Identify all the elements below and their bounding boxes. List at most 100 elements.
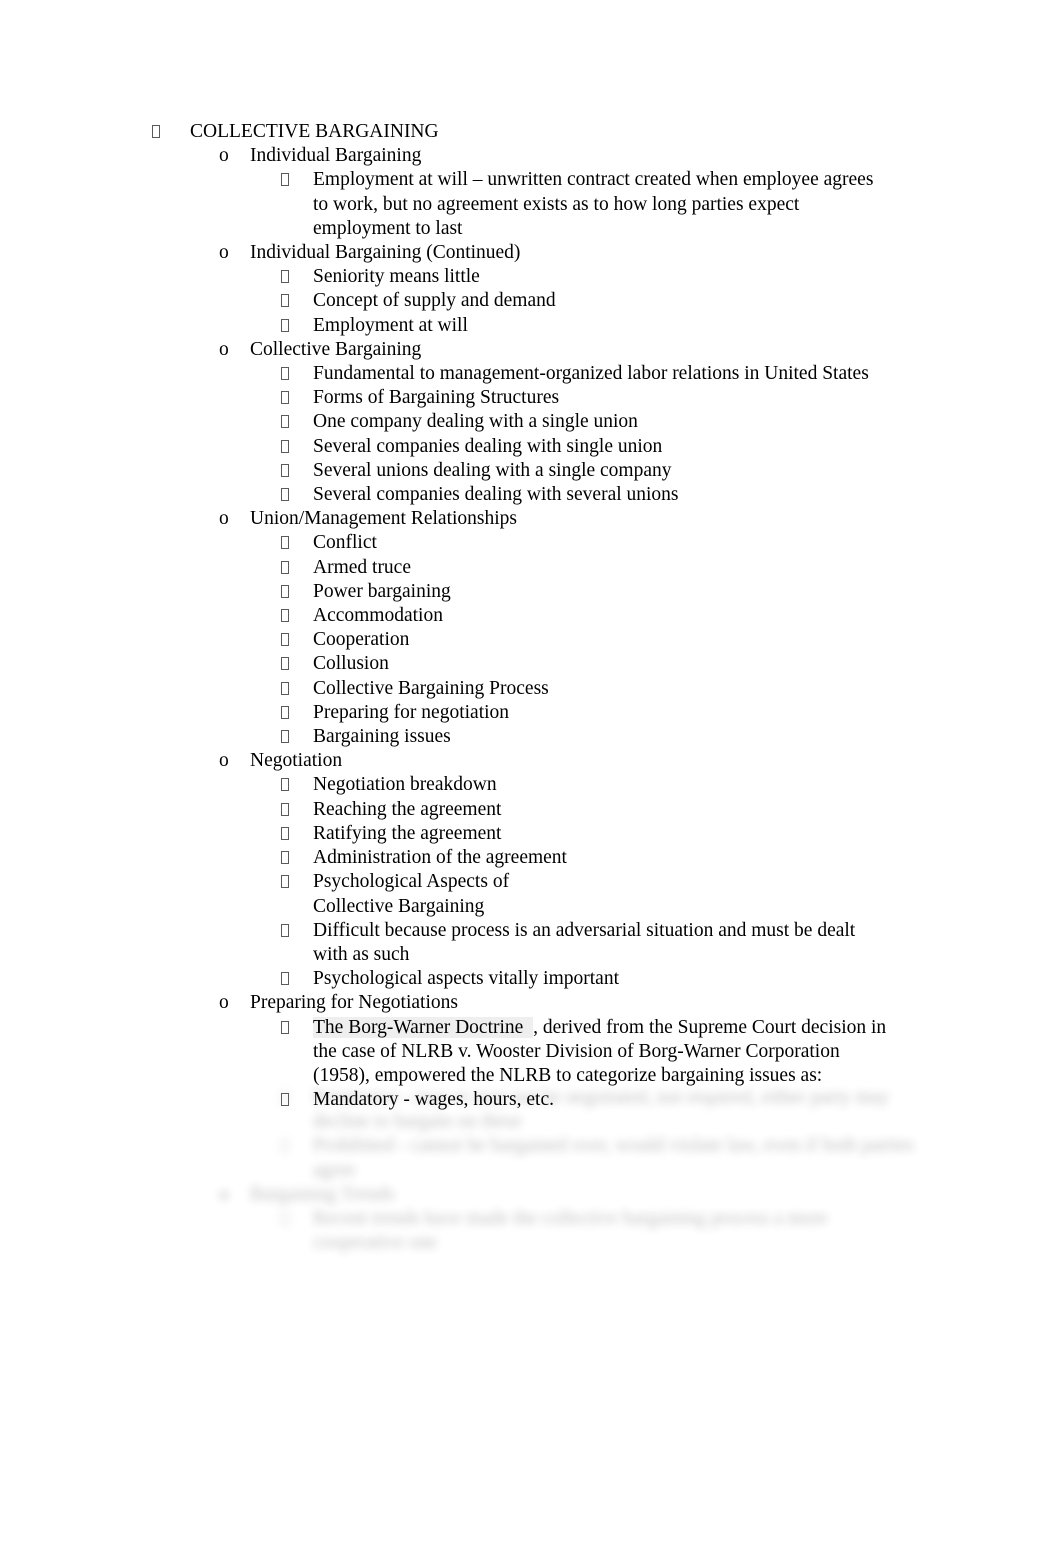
outline-item: Preparing for negotiation (0, 701, 1062, 725)
item-label: Fundamental to management-organized labo… (313, 363, 869, 385)
outline-item: Conflict (0, 531, 1062, 555)
square-bullet-icon (281, 265, 313, 289)
outline-section-heading: o Collective Bargaining (0, 338, 1062, 362)
square-bullet-icon (281, 967, 313, 991)
item-label: Power bargaining (313, 580, 451, 602)
square-bullet-icon (281, 846, 313, 870)
square-bullet-icon (281, 798, 313, 822)
square-bullet-icon (281, 725, 313, 749)
faded-section-label: Bargaining Trends (250, 1183, 395, 1205)
item-label: One company dealing with a single union (313, 411, 638, 433)
square-bullet-icon (281, 870, 313, 894)
square-bullet-icon (281, 1016, 313, 1040)
outline-body: COLLECTIVE BARGAINING o Individual Barga… (0, 120, 1062, 1112)
outline-item: Collusion (0, 652, 1062, 676)
square-bullet-icon (281, 459, 313, 483)
item-label: The Borg-Warner Doctrine , derived from … (313, 1016, 898, 1089)
item-label: Administration of the agreement (313, 847, 567, 869)
o-marker-icon: o (219, 145, 229, 167)
item-label: Employment at will – unwritten contract … (313, 169, 874, 239)
item-label: Preparing for negotiation (313, 701, 510, 723)
section-label: Negotiation (250, 750, 343, 772)
square-bullet-icon (281, 483, 313, 507)
section-label: Union/Management Relationships (250, 508, 518, 530)
outline-item: Cooperation (0, 628, 1062, 652)
outline-item: Psychological Aspects of Collective Barg… (0, 870, 1062, 918)
section-label: Collective Bargaining (250, 338, 422, 360)
outline-item: One company dealing with a single union (0, 410, 1062, 434)
outline-item: Several unions dealing with a single com… (0, 459, 1062, 483)
outline-item: Armed truce (0, 556, 1062, 580)
item-label: Collective Bargaining Process (313, 677, 549, 699)
item-label: Several unions dealing with a single com… (313, 459, 672, 481)
outline-item: Administration of the agreement (0, 846, 1062, 870)
square-bullet-icon (281, 1088, 313, 1112)
o-marker-icon: o (219, 992, 229, 1014)
square-bullet-icon (281, 168, 313, 192)
outline-item: Mandatory - wages, hours, etc. (0, 1088, 1062, 1112)
square-bullet-icon (281, 435, 313, 459)
item-label: Reaching the agreement (313, 798, 502, 820)
item-label: Employment at will (313, 314, 468, 336)
item-label: Accommodation (313, 605, 443, 627)
square-bullet-icon (281, 556, 313, 580)
item-label: Concept of supply and demand (313, 290, 556, 312)
o-marker-icon: o (219, 1183, 229, 1205)
square-bullet-icon (281, 314, 313, 338)
item-label: Seniority means little (313, 266, 480, 288)
outline-item: Difficult because process is an adversar… (0, 919, 1062, 967)
square-bullet-icon (281, 289, 313, 313)
outline-item: Reaching the agreement (0, 798, 1062, 822)
square-bullet-icon (281, 773, 313, 797)
outline-item: Seniority means little (0, 265, 1062, 289)
outline-item: Several companies dealing with several u… (0, 483, 1062, 507)
square-bullet-icon (281, 628, 313, 652)
item-label: Several companies dealing with several u… (313, 484, 679, 506)
item-label: Collusion (313, 653, 389, 675)
page-title: COLLECTIVE BARGAINING (190, 121, 439, 142)
outline-item: Employment at will (0, 314, 1062, 338)
item-label: Psychological aspects vitally important (313, 968, 619, 990)
outline-section-heading: o Individual Bargaining (Continued) (0, 241, 1062, 265)
outline-item: Psychological aspects vitally important (0, 967, 1062, 991)
faded-unreadable-section: Permissive - may or may not be negotiate… (0, 1086, 1062, 1276)
outline-section-heading: o Preparing for Negotiations (0, 991, 1062, 1015)
section-label: Individual Bargaining (250, 145, 422, 167)
outline-item: Concept of supply and demand (0, 289, 1062, 313)
faded-item-label: Recent trends have made the collective b… (313, 1208, 828, 1254)
outline-item: Several companies dealing with single un… (0, 435, 1062, 459)
outline-section-heading: o Negotiation (0, 749, 1062, 773)
item-label: Cooperation (313, 629, 410, 651)
item-label: Armed truce (313, 556, 411, 578)
item-label: Conflict (313, 532, 377, 554)
faded-item-label: Prohibited - cannot be bargained over, w… (313, 1135, 914, 1181)
o-marker-icon: o (219, 242, 229, 264)
outline-item: Forms of Bargaining Structures (0, 386, 1062, 410)
square-bullet-icon (281, 531, 313, 555)
item-label: Several companies dealing with single un… (313, 435, 663, 457)
item-label: Ratifying the agreement (313, 822, 502, 844)
item-label: Bargaining issues (313, 726, 451, 748)
faded-outline-item: Recent trends have made the collective b… (0, 1207, 1062, 1255)
section-label: Preparing for Negotiations (250, 992, 458, 1014)
square-bullet-icon (281, 362, 313, 386)
outline-item: Ratifying the agreement (0, 822, 1062, 846)
square-bullet-icon (281, 701, 313, 725)
outline-item: Negotiation breakdown (0, 773, 1062, 797)
square-bullet-icon (281, 677, 313, 701)
outline-item-borg-warner: The Borg-Warner Doctrine , derived from … (0, 1016, 1062, 1089)
square-bullet-icon (281, 386, 313, 410)
faded-outline-item: Prohibited - cannot be bargained over, w… (0, 1134, 1062, 1182)
item-label: Difficult because process is an adversar… (313, 919, 856, 965)
section-label: Individual Bargaining (Continued) (250, 242, 521, 264)
outline-heading-row: COLLECTIVE BARGAINING (0, 120, 1062, 144)
outline-item: Bargaining issues (0, 725, 1062, 749)
square-bullet-icon (281, 919, 313, 943)
square-bullet-icon (281, 1134, 313, 1158)
faded-section-heading: o Bargaining Trends (0, 1183, 1062, 1207)
square-bullet-icon (281, 1207, 313, 1231)
item-label: Negotiation breakdown (313, 774, 497, 796)
o-marker-icon: o (219, 508, 229, 530)
item-label: Forms of Bargaining Structures (313, 387, 560, 409)
item-label: Mandatory - wages, hours, etc. (313, 1089, 554, 1111)
